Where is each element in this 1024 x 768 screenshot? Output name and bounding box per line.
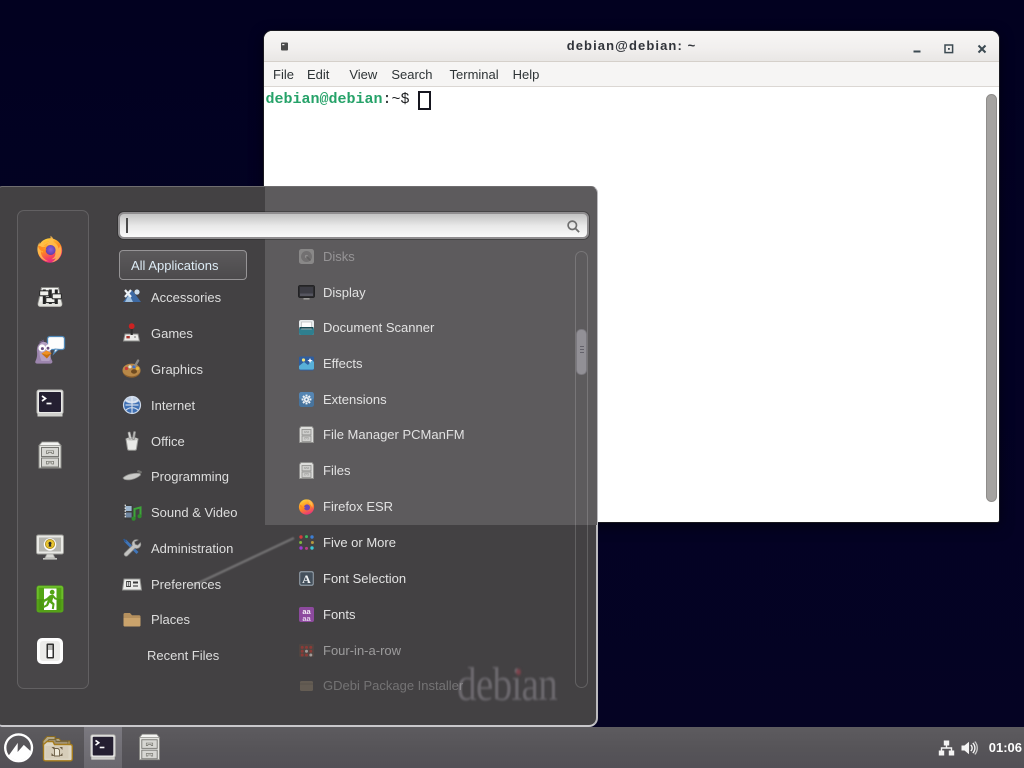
svg-text:A: A (302, 572, 311, 586)
svg-text:aa: aa (302, 614, 311, 623)
